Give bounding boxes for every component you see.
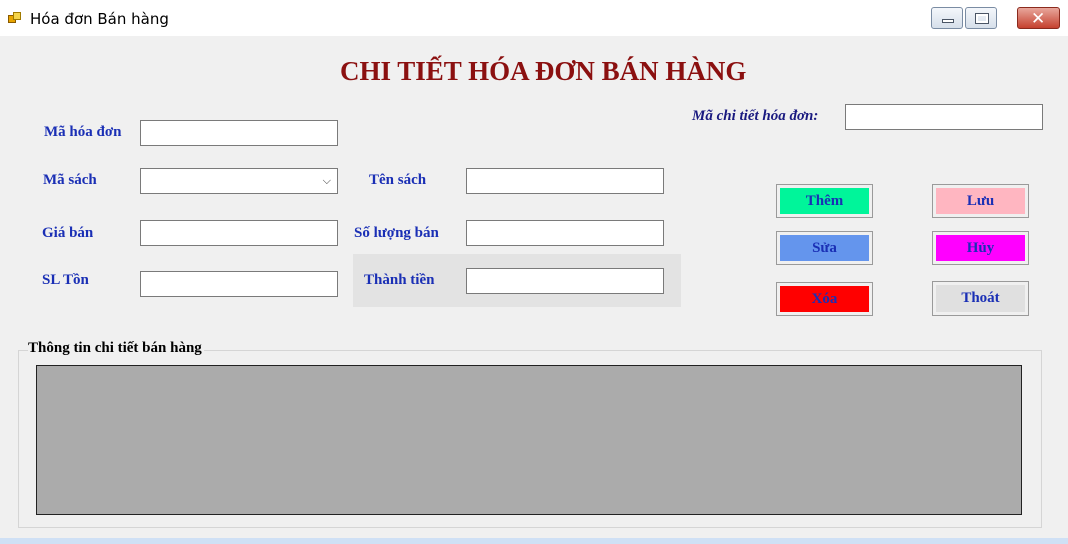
luu-button[interactable]: Lưu — [932, 184, 1029, 218]
ten-sach-input[interactable] — [466, 168, 664, 194]
so-luong-ban-label: Số lượng bán — [354, 225, 439, 241]
sl-ton-input[interactable] — [140, 271, 338, 297]
close-button[interactable]: ✕ — [1017, 7, 1060, 29]
ma-hoa-don-input[interactable] — [140, 120, 338, 146]
huy-button[interactable]: Hủy — [932, 231, 1029, 265]
ma-sach-label: Mã sách — [43, 172, 97, 188]
title-bar: Hóa đơn Bán hàng ✕ — [0, 0, 1068, 36]
minimize-button[interactable] — [931, 7, 963, 29]
maximize-button[interactable] — [965, 7, 997, 29]
maximize-icon — [975, 13, 989, 24]
xoa-button[interactable]: Xóa — [776, 282, 873, 316]
window-title: Hóa đơn Bán hàng — [30, 10, 169, 28]
window-bottom-edge — [0, 538, 1068, 544]
sua-button[interactable]: Sửa — [776, 231, 873, 265]
thoat-button[interactable]: Thoát — [932, 281, 1029, 316]
luu-button-label: Lưu — [936, 188, 1025, 214]
app-icon — [8, 12, 22, 24]
ma-chi-tiet-input[interactable] — [845, 104, 1043, 130]
detail-groupbox-title: Thông tin chi tiết bán hàng — [28, 340, 204, 357]
ma-hoa-don-label: Mã hóa đơn — [44, 124, 122, 140]
gia-ban-input[interactable] — [140, 220, 338, 246]
thanh-tien-label: Thành tiền — [364, 272, 435, 288]
thanh-tien-input[interactable] — [466, 268, 664, 294]
detail-data-grid[interactable] — [36, 365, 1022, 515]
them-button[interactable]: Thêm — [776, 184, 873, 218]
so-luong-ban-input[interactable] — [466, 220, 664, 246]
thoat-button-label: Thoát — [936, 285, 1025, 312]
minimize-icon — [942, 19, 954, 23]
xoa-button-label: Xóa — [780, 286, 869, 312]
close-icon: ✕ — [1031, 9, 1046, 29]
ten-sach-label: Tên sách — [369, 172, 427, 188]
ma-chi-tiet-label: Mã chi tiết hóa đơn: — [692, 108, 819, 124]
them-button-label: Thêm — [780, 188, 869, 214]
ma-sach-combobox[interactable]: ⌵ — [140, 168, 338, 194]
sua-button-label: Sửa — [780, 235, 869, 261]
page-title: CHI TIẾT HÓA ĐƠN BÁN HÀNG — [340, 56, 747, 86]
gia-ban-label: Giá bán — [42, 225, 94, 241]
chevron-down-icon[interactable]: ⌵ — [323, 174, 331, 188]
sl-ton-label: SL Tồn — [42, 272, 89, 288]
huy-button-label: Hủy — [936, 235, 1025, 261]
